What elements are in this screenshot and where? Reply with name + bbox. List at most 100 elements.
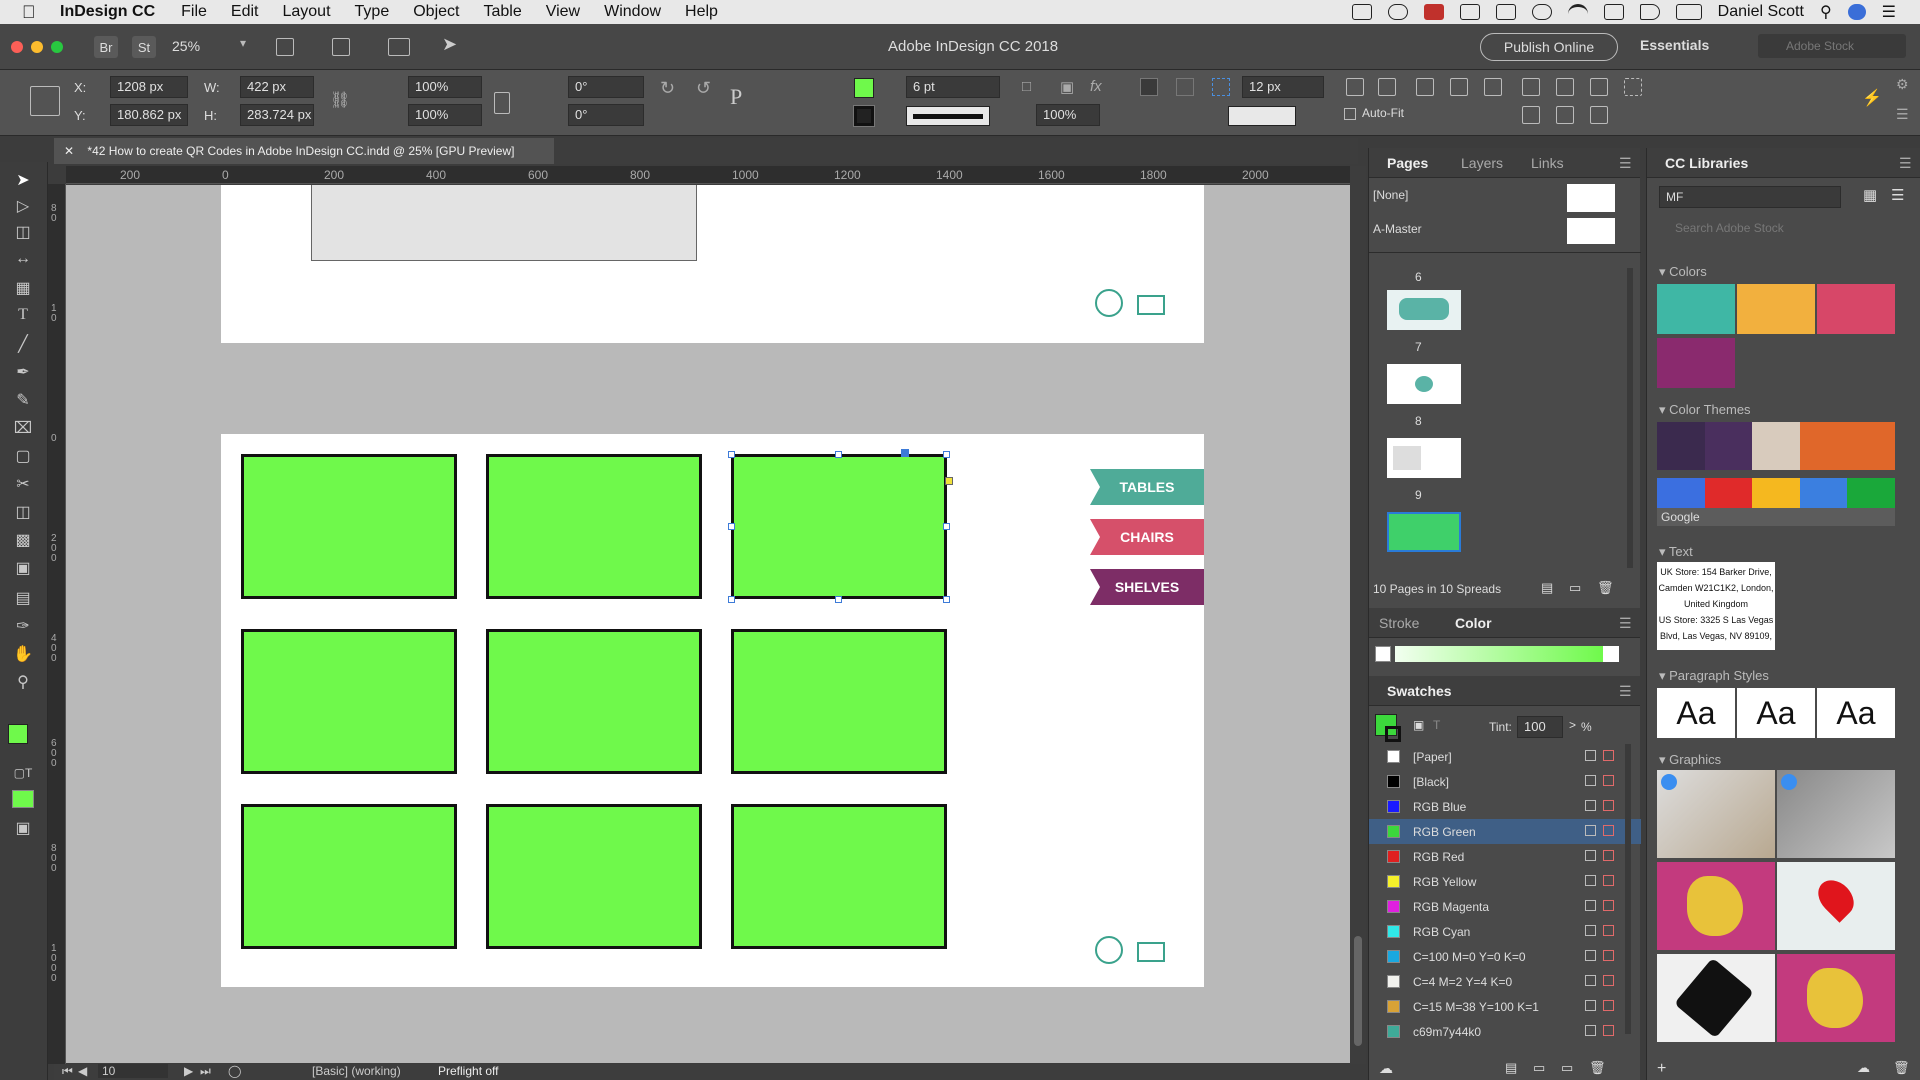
tint-field[interactable]: 100 xyxy=(1517,716,1563,738)
align-left-icon[interactable] xyxy=(1346,78,1364,96)
none-master-thumb[interactable] xyxy=(1567,184,1615,212)
menu-object[interactable]: Object xyxy=(413,3,459,21)
color-panel-menu-icon[interactable]: ☰ xyxy=(1619,615,1632,632)
first-page-icon[interactable]: ⏮ xyxy=(62,1064,73,1079)
library-select[interactable]: MF xyxy=(1659,186,1841,208)
maximize-window-button[interactable] xyxy=(51,41,63,53)
paragraph-style-1[interactable]: Aa xyxy=(1657,688,1735,738)
library-color-swatch[interactable] xyxy=(1657,284,1735,334)
a-master-thumb[interactable] xyxy=(1567,218,1615,244)
panel-menu-icon[interactable]: ☰ xyxy=(1619,155,1632,172)
swatch-row[interactable]: [Paper] xyxy=(1369,744,1641,769)
zoom-dropdown-icon[interactable]: ▾ xyxy=(240,36,246,50)
gradient-tool-icon[interactable]: ▩ xyxy=(12,530,34,550)
zoom-level[interactable]: 25% xyxy=(172,38,200,54)
library-color-swatch[interactable] xyxy=(1817,284,1895,334)
selection-handle[interactable] xyxy=(835,596,842,603)
color-ramp[interactable] xyxy=(1395,646,1603,662)
prev-page-icon[interactable]: ◀ xyxy=(78,1064,87,1078)
swatch-row[interactable]: RGB Red xyxy=(1369,844,1641,869)
distribute-h-icon[interactable] xyxy=(1484,78,1502,96)
zoom-tool-icon[interactable]: ⚲ xyxy=(12,672,34,692)
reference-point-icon[interactable] xyxy=(30,86,60,116)
menu-view[interactable]: View xyxy=(546,3,580,21)
selection-handle[interactable] xyxy=(943,523,950,530)
tab-links[interactable]: Links xyxy=(1531,155,1564,171)
align-v-center-icon[interactable] xyxy=(1556,106,1574,124)
distribute-v-icon[interactable] xyxy=(1450,78,1468,96)
green-frame[interactable] xyxy=(731,804,947,949)
swatch-row[interactable]: C=15 M=38 Y=100 K=1 xyxy=(1369,994,1641,1019)
tag-tables[interactable]: TABLES xyxy=(1090,469,1204,505)
pasteboard[interactable]: TABLES CHAIRS SHELVES xyxy=(66,185,1350,1063)
scale-x-field[interactable]: 100% xyxy=(408,76,482,98)
wifi-icon[interactable] xyxy=(1567,4,1588,20)
graphic-kitchen[interactable] xyxy=(1657,770,1775,858)
scroll-thumb[interactable] xyxy=(1354,936,1362,1046)
pen-tool-icon[interactable]: ✒ xyxy=(12,362,34,382)
color-theme-1[interactable] xyxy=(1657,422,1895,470)
green-frame[interactable] xyxy=(486,454,702,599)
stroke-weight-field[interactable]: 6 pt xyxy=(906,76,1000,98)
mail-icon[interactable] xyxy=(1137,295,1165,315)
close-window-button[interactable] xyxy=(11,41,23,53)
graphic-price-tag[interactable] xyxy=(1657,954,1775,1042)
fill-swatch[interactable] xyxy=(854,78,874,98)
selection-handle[interactable] xyxy=(728,596,735,603)
delete-page-icon[interactable]: 🗑 xyxy=(1597,580,1614,596)
globe-icon[interactable] xyxy=(1095,289,1123,317)
page-current[interactable]: TABLES CHAIRS SHELVES xyxy=(221,434,1204,987)
swatch-row[interactable]: c69m7y44k0 xyxy=(1369,1019,1641,1044)
colors-section-label[interactable]: ▾ Colors xyxy=(1659,264,1707,280)
menu-window[interactable]: Window xyxy=(604,3,661,21)
swatches-scrollbar[interactable] xyxy=(1625,744,1631,1034)
spotlight-icon[interactable]: ⚲ xyxy=(1820,2,1832,22)
graphic-living-room[interactable] xyxy=(1777,770,1895,858)
constrain-proportions-icon[interactable]: ⛓ xyxy=(330,90,350,110)
direct-selection-tool-icon[interactable]: ▷ xyxy=(12,196,34,216)
gap-tool-icon[interactable]: ↔ xyxy=(12,250,34,270)
close-tab-icon[interactable]: ✕ xyxy=(64,144,74,158)
libraries-search-input[interactable]: Search Adobe Stock xyxy=(1653,218,1915,238)
distribute-spacing-icon[interactable] xyxy=(1624,78,1642,96)
cloud-sync-icon[interactable]: ☁ xyxy=(1379,1060,1393,1077)
add-asset-icon[interactable]: + xyxy=(1657,1060,1666,1078)
gap-tool-icon[interactable] xyxy=(1212,78,1230,96)
x-field[interactable]: 1208 px xyxy=(110,76,188,98)
swatch-row[interactable]: RGB Magenta xyxy=(1369,894,1641,919)
green-frame-selected[interactable] xyxy=(731,454,947,599)
apple-icon[interactable]:  xyxy=(22,2,42,23)
white-color-icon[interactable] xyxy=(1603,646,1619,662)
globe-icon[interactable] xyxy=(1095,936,1123,964)
page-thumb-9[interactable] xyxy=(1387,438,1461,478)
content-grabber[interactable] xyxy=(901,449,909,457)
creative-cloud-icon[interactable] xyxy=(1387,4,1408,20)
bridge-button[interactable]: Br xyxy=(94,36,118,58)
align-center-icon[interactable] xyxy=(1378,78,1396,96)
workspace-switcher[interactable]: Essentials xyxy=(1640,37,1709,53)
distribute-icon[interactable] xyxy=(1416,78,1434,96)
selection-handle[interactable] xyxy=(943,451,950,458)
container-icon[interactable]: ▣ xyxy=(1413,718,1424,732)
swatch-row[interactable]: RGB Blue xyxy=(1369,794,1641,819)
publish-online-button[interactable]: Publish Online xyxy=(1480,33,1618,61)
arrange-documents-icon[interactable] xyxy=(388,38,410,56)
apply-color-icon[interactable] xyxy=(12,790,34,808)
width-field[interactable]: 422 px xyxy=(240,76,314,98)
stroke-swatch[interactable] xyxy=(853,105,875,127)
library-color-swatch[interactable] xyxy=(1737,284,1815,334)
horizontal-ruler[interactable]: 200 0 200 400 600 800 1000 1200 1400 160… xyxy=(66,166,1350,184)
text-path-icon[interactable]: P xyxy=(730,84,742,110)
volume-icon[interactable] xyxy=(1639,4,1660,20)
menu-table[interactable]: Table xyxy=(483,3,521,21)
publish-rocket-icon[interactable]: ➤ xyxy=(442,34,457,55)
control-settings-icon[interactable]: ⚙ xyxy=(1896,76,1909,93)
new-swatch-icon[interactable]: ▭ xyxy=(1561,1060,1573,1076)
time-machine-icon[interactable] xyxy=(1531,4,1552,20)
menu-layout[interactable]: Layout xyxy=(282,3,330,21)
swatch-row[interactable]: C=4 M=2 Y=4 K=0 xyxy=(1369,969,1641,994)
dropbox-icon[interactable] xyxy=(1351,4,1372,20)
y-field[interactable]: 180.862 px xyxy=(110,104,188,126)
swatch-row[interactable]: RGB Yellow xyxy=(1369,869,1641,894)
notification-center-icon[interactable]: ☰ xyxy=(1882,2,1896,22)
